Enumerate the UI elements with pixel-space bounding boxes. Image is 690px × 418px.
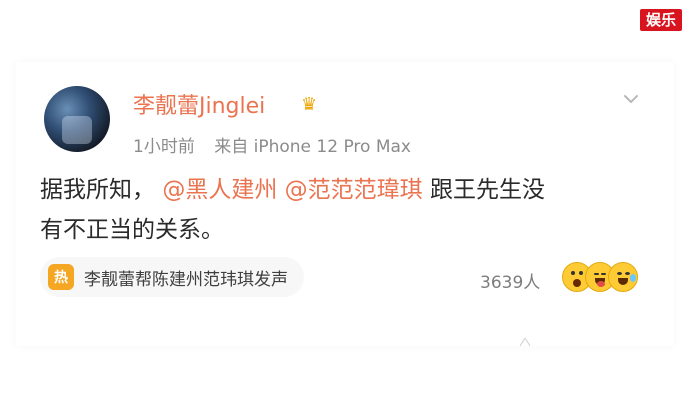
- chevron-down-icon[interactable]: [622, 90, 640, 108]
- post-time: 1小时前: [133, 137, 195, 157]
- post-content: 据我所知， @黑人建州 @范范范瑋琪 跟王先生没 有不正当的关系。: [40, 170, 650, 250]
- reaction-count: 3639人: [480, 273, 541, 293]
- topic-title[interactable]: 李靓蕾帮陈建州范玮琪发声: [84, 265, 288, 290]
- grinning-face-icon: [608, 262, 638, 292]
- weibo-post-card: 李靓蕾Jinglei ♛ 1小时前 来自 iPhone 12 Pro Max 据…: [16, 62, 674, 346]
- bottom-indicator: [520, 338, 530, 346]
- username[interactable]: 李靓蕾Jinglei: [133, 88, 265, 120]
- top-band: [0, 0, 690, 62]
- content-text: 有不正当的关系。: [40, 217, 224, 243]
- mention-link[interactable]: @范范范瑋琪: [285, 177, 423, 203]
- mention-link[interactable]: @黑人建州: [162, 177, 277, 203]
- watermark-badge: 娱乐: [639, 9, 682, 31]
- topic-chip[interactable]: 热 李靓蕾帮陈建州范玮琪发声: [40, 257, 304, 297]
- crown-icon: ♛: [301, 94, 318, 115]
- post-meta: 1小时前 来自 iPhone 12 Pro Max: [133, 132, 425, 157]
- content-text: 据我所知，: [40, 177, 155, 203]
- user-avatar[interactable]: [44, 86, 110, 152]
- post-source: 来自 iPhone 12 Pro Max: [214, 137, 411, 157]
- content-text: 跟王先生没: [429, 177, 545, 203]
- reaction-emojis[interactable]: [562, 262, 644, 292]
- hot-topic-icon: 热: [48, 264, 74, 290]
